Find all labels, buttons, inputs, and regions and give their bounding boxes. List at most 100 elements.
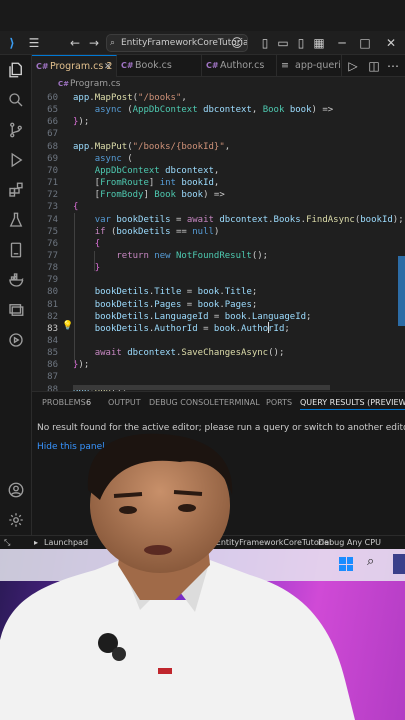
code-line[interactable]: 67 (32, 128, 405, 140)
code-line[interactable]: 80 bookDetils.Title = book.Title; (32, 286, 405, 298)
taskbar-app-icon[interactable] (393, 554, 405, 574)
line-number: 60 (47, 93, 58, 103)
code-line[interactable]: 73 { (32, 201, 405, 213)
code-line[interactable]: 86}); (32, 359, 405, 371)
line-number: 76 (47, 238, 58, 249)
close-icon[interactable]: ✕ (382, 34, 400, 52)
tab-output[interactable]: OUTPUT (108, 398, 141, 407)
line-number: 69 (47, 153, 58, 164)
line-number: 82 (47, 311, 58, 322)
windows-start-icon[interactable] (339, 557, 353, 571)
toggle-sidebar-icon[interactable]: ▯ (256, 34, 274, 52)
code-line[interactable]: 84 (32, 335, 405, 347)
hide-panel-link[interactable]: Hide this panel (37, 442, 105, 452)
run-debug-icon[interactable] (5, 149, 27, 171)
explorer-icon[interactable] (5, 59, 27, 81)
code-line[interactable]: 74 var bookDetils = await dbcontext.Book… (32, 214, 405, 226)
tab-problems[interactable]: PROBLEMS (42, 398, 86, 407)
code-line[interactable]: 87 (32, 371, 405, 383)
code-text: if (bookDetils == null) (94, 226, 220, 237)
forward-arrow-icon[interactable]: → (85, 34, 103, 52)
tab-ports[interactable]: PORTS (266, 398, 292, 407)
split-editor-icon[interactable]: ◫ (365, 57, 383, 75)
search-icon[interactable] (5, 89, 27, 111)
maximize-icon[interactable]: □ (356, 34, 374, 52)
code-line[interactable]: 76 { (32, 238, 405, 250)
tab-debug-console[interactable]: DEBUG CONSOLE (149, 398, 219, 407)
code-line[interactable]: 82 bookDetils.LanguageId = book.Language… (32, 311, 405, 323)
code-line[interactable]: 68 app.MapPut("/books/{bookId}", (32, 141, 405, 153)
github-actions-icon[interactable] (5, 329, 27, 351)
testing-icon[interactable] (5, 209, 27, 231)
code-line[interactable]: 81 bookDetils.Pages = book.Pages; (32, 299, 405, 311)
code-line[interactable]: 72 [FromBody] Book book) => (32, 189, 405, 201)
line-number: 65 (47, 105, 58, 116)
database-icon[interactable] (5, 239, 27, 261)
code-line[interactable]: 75 if (bookDetils == null) (32, 226, 405, 238)
command-center-search[interactable]: ⌕ EntityFrameworkCoreTutorial (106, 34, 248, 52)
code-editor[interactable]: 60 app.MapPost("/books", 65 async (AppDbCo… (32, 91, 405, 391)
line-number: 68 (47, 141, 58, 152)
tab-book-cs[interactable]: C# Book.cs (117, 55, 202, 77)
code-line[interactable]: 66}); (32, 116, 405, 128)
code-text: app.MapPut("/books/{bookId}", (73, 141, 231, 152)
remote-explorer-icon[interactable] (5, 299, 27, 321)
line-number: 85 (47, 348, 58, 359)
code-text: app.MapPost("/books", (73, 93, 187, 103)
code-line[interactable]: 65 async (AppDbContext dbcontext, Book b… (32, 104, 405, 116)
menu-icon[interactable]: ☰ (25, 34, 43, 52)
taskbar-search-icon[interactable]: ⌕ (367, 554, 385, 574)
sql-file-icon: ≡ (281, 60, 289, 71)
code-line[interactable]: 83 bookDetils.AuthorId = book.AuthorId; (32, 323, 405, 335)
code-line[interactable]: 78 } (32, 262, 405, 274)
toggle-secondary-sidebar-icon[interactable]: ▯ (292, 34, 310, 52)
remote-indicator-icon[interactable]: ⤡ (4, 536, 10, 549)
tab-author-cs[interactable]: C# Author.cs (202, 55, 277, 77)
line-number: 84 (47, 336, 58, 346)
line-number: 81 (47, 299, 58, 310)
tab-app-queries[interactable]: ≡ app-queries.sq (277, 55, 342, 77)
code-line[interactable]: 71 [FromRoute] int bookId, (32, 177, 405, 189)
close-tab-icon[interactable]: ✕ (104, 56, 112, 77)
query-results-message: No result found for the active editor; p… (37, 423, 405, 433)
tab-query-results[interactable]: QUERY RESULTS (PREVIEW) (300, 398, 405, 410)
code-text: bookDetils.Title = book.Title; (94, 287, 258, 298)
code-text: }); (73, 360, 90, 371)
line-number: 73 (47, 202, 58, 213)
line-number: 71 (47, 178, 58, 189)
launchpad-icon: ▸ (34, 538, 39, 547)
horizontal-scrollbar[interactable] (73, 385, 330, 390)
debug-config-item[interactable]: Debug Any CPU (318, 536, 381, 549)
line-number: 80 (47, 287, 58, 298)
minimize-icon[interactable]: ─ (333, 34, 351, 52)
back-arrow-icon[interactable]: ← (66, 34, 84, 52)
indent-guide (94, 251, 95, 271)
tab-terminal[interactable]: TERMINAL (219, 398, 260, 407)
copilot-icon[interactable]: ☺ (228, 34, 246, 52)
breadcrumb[interactable]: C# Program.cs (32, 77, 405, 91)
settings-gear-icon[interactable] (5, 509, 27, 531)
projects-item[interactable]: Projects: EntityFrameworkCoreTutorial (179, 536, 331, 549)
code-text: var bookDetils = await dbcontext.Books.F… (94, 214, 404, 225)
code-text: bookDetils.AuthorId = book.AuthorId; (94, 323, 290, 334)
code-line[interactable]: 85 await dbcontext.SaveChangesAsync(); (32, 347, 405, 359)
more-actions-icon[interactable]: ⋯ (384, 57, 402, 75)
code-line[interactable]: 70 AppDbContext dbcontext, (32, 165, 405, 177)
run-query-icon[interactable]: ▷ (344, 57, 362, 75)
docker-icon[interactable] (5, 269, 27, 291)
launchpad-item[interactable]: Launchpad (44, 536, 88, 549)
csharp-file-icon: C# (121, 61, 134, 70)
code-line[interactable]: 79 (32, 274, 405, 286)
account-icon[interactable] (5, 479, 27, 501)
search-icon: ⌕ (110, 38, 116, 48)
code-line[interactable]: 77 return new NotFoundResult(); (32, 250, 405, 262)
code-line[interactable]: 69 async ( (32, 153, 405, 165)
source-control-icon[interactable] (5, 119, 27, 141)
line-number: 86 (47, 360, 58, 371)
tab-program-cs[interactable]: C# Program.cs 2 ✕ (32, 55, 117, 77)
line-number: 67 (47, 129, 58, 140)
code-line[interactable]: 60 app.MapPost("/books", (32, 92, 405, 104)
toggle-panel-icon[interactable]: ▭ (274, 34, 292, 52)
customize-layout-icon[interactable]: ▦ (310, 34, 328, 52)
extensions-icon[interactable] (5, 179, 27, 201)
